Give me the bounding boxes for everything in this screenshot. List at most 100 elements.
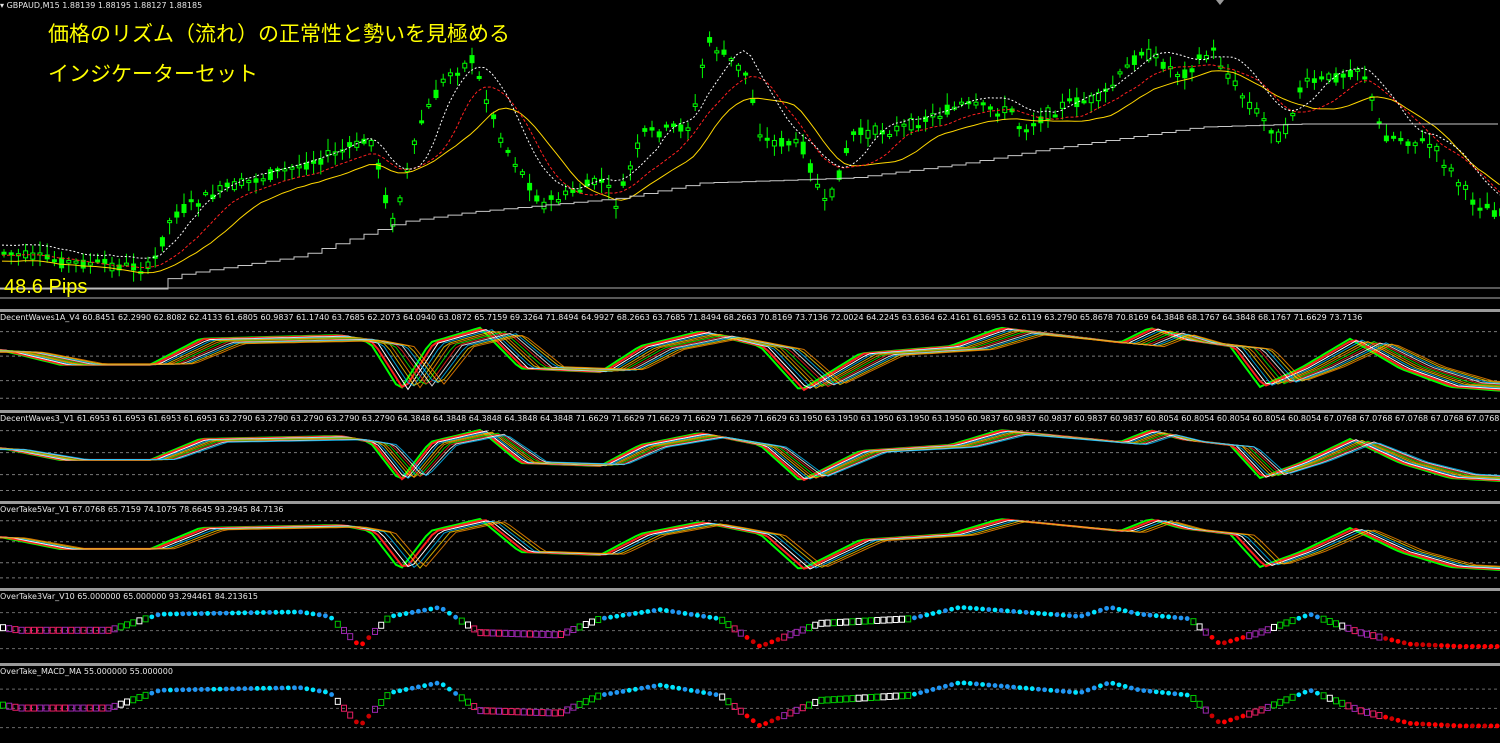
signal-box xyxy=(843,618,850,626)
signal-box xyxy=(1376,712,1383,720)
signal-dot xyxy=(1389,716,1395,722)
signal-dot xyxy=(1451,643,1457,649)
signal-box xyxy=(458,617,465,625)
signal-box xyxy=(1326,694,1333,702)
signal-dot xyxy=(750,718,756,724)
signal-box xyxy=(12,626,19,634)
signal-box xyxy=(725,621,732,629)
signal-dot xyxy=(1395,638,1401,644)
signal-box xyxy=(378,621,385,629)
candle-body xyxy=(1477,207,1483,211)
macd-pane[interactable]: OverTake_MACD_MA 55.000000 55.000000 xyxy=(0,666,1500,743)
signal-dot xyxy=(682,686,688,692)
signal-dot xyxy=(273,609,279,615)
candle-body xyxy=(1297,87,1303,93)
signal-box xyxy=(737,707,744,715)
signal-dot xyxy=(1079,613,1085,619)
signal-box xyxy=(830,696,837,704)
signal-dot xyxy=(1432,642,1438,648)
candle-body xyxy=(1254,108,1260,114)
signal-dot xyxy=(626,687,632,693)
signal-box xyxy=(0,624,6,632)
decentwaves1-pane[interactable]: DecentWaves1A_V4 60.8451 62.2990 62.8082… xyxy=(0,312,1500,410)
overtake3-canvas[interactable] xyxy=(0,591,1500,663)
candle-body xyxy=(66,259,72,264)
macd-canvas[interactable] xyxy=(0,666,1500,743)
signal-dot xyxy=(1054,612,1060,618)
signal-box xyxy=(830,619,837,627)
signal-dot xyxy=(1395,717,1401,723)
signal-dot xyxy=(1098,607,1103,613)
decentwaves3-pane[interactable]: DecentWaves3_V1 61.6953 61.6953 61.6953 … xyxy=(0,413,1500,501)
signal-dot xyxy=(1116,682,1122,688)
candle-body xyxy=(1232,80,1238,87)
signal-box xyxy=(551,631,558,639)
candle-body xyxy=(663,124,669,128)
triangle-down-icon[interactable] xyxy=(1216,0,1224,5)
signal-dot xyxy=(254,686,260,691)
signal-dot xyxy=(1222,640,1227,646)
candle-body xyxy=(1031,123,1037,127)
signal-box xyxy=(787,709,794,717)
signal-dot xyxy=(155,612,161,618)
signal-dot xyxy=(316,612,322,618)
signal-dot xyxy=(1420,721,1426,727)
overtake3-pane[interactable]: OverTake3Var_V10 65.000000 65.000000 93.… xyxy=(0,591,1500,663)
overtake5-canvas[interactable] xyxy=(0,504,1500,588)
signal-dot xyxy=(1463,644,1469,649)
signal-box xyxy=(527,630,533,638)
signal-box xyxy=(564,628,571,636)
decentwaves3-canvas[interactable] xyxy=(0,413,1500,501)
overtake5-label: OverTake5Var_V1 67.0768 65.7159 74.1075 … xyxy=(0,505,284,514)
candle-body xyxy=(1434,145,1440,152)
decentwaves1-canvas[interactable] xyxy=(0,312,1500,410)
signal-box xyxy=(1258,706,1265,714)
signal-dot xyxy=(1042,687,1047,693)
candle-body xyxy=(1059,101,1065,109)
candle-body xyxy=(815,183,821,188)
candle-body xyxy=(1441,164,1447,168)
signal-box xyxy=(458,694,465,702)
signal-dot xyxy=(614,690,620,695)
signal-dot xyxy=(1029,610,1035,616)
signal-box xyxy=(1271,623,1277,631)
overtake5-pane[interactable]: OverTake5Var_V1 67.0768 65.7159 74.1075 … xyxy=(0,504,1500,588)
signal-dot xyxy=(422,683,427,689)
signal-box xyxy=(824,619,831,627)
candle-body xyxy=(851,131,857,135)
signal-dot xyxy=(1110,680,1116,686)
candle-body xyxy=(887,133,893,137)
signal-dot xyxy=(744,713,750,719)
candle-body xyxy=(635,142,641,149)
price-chart-pane[interactable]: ▾ GBPAUD,M15 1.88139 1.88195 1.88127 1.8… xyxy=(0,0,1500,309)
decentwaves1-label: DecentWaves1A_V4 60.8451 62.2990 62.8082… xyxy=(0,313,1363,322)
signal-dot xyxy=(1011,609,1016,614)
candle-body xyxy=(1427,143,1433,148)
signal-dot xyxy=(608,614,613,620)
signal-box xyxy=(489,707,496,715)
signal-dot xyxy=(1017,609,1023,615)
signal-box xyxy=(799,704,806,712)
signal-dot xyxy=(775,715,781,721)
signal-dot xyxy=(205,611,211,616)
signal-dot xyxy=(354,640,359,646)
candle-body xyxy=(1319,76,1325,80)
signal-dot xyxy=(1184,616,1190,621)
candle-body xyxy=(1225,73,1231,79)
signal-box xyxy=(868,694,874,702)
signal-box xyxy=(1283,696,1290,704)
signal-box xyxy=(880,616,887,624)
candle-body xyxy=(1052,114,1058,118)
signal-box xyxy=(1277,621,1284,629)
candle-body xyxy=(656,131,662,138)
signal-dot xyxy=(1414,642,1419,647)
candle-body xyxy=(1283,123,1289,135)
signal-dot xyxy=(366,713,372,719)
signal-dot xyxy=(1234,715,1240,721)
signal-dot xyxy=(1445,643,1450,649)
pips-label: 48.6 Pips xyxy=(4,276,88,298)
signal-box xyxy=(812,621,819,629)
candle-body xyxy=(872,125,878,135)
candle-body xyxy=(498,137,504,143)
signal-dot xyxy=(974,606,979,611)
